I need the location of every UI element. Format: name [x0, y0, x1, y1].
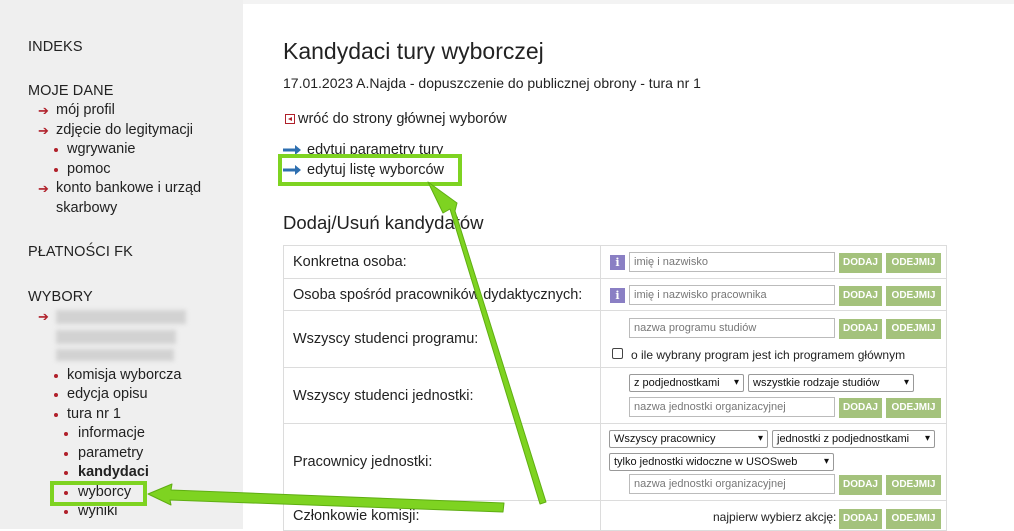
remove-button[interactable]: ODEJMIJ — [886, 319, 941, 339]
sidebar-item-pomoc[interactable]: pomoc — [67, 160, 111, 179]
action-hint: najpierw wybierz akcję: — [713, 510, 837, 524]
page-title: Kandydaci tury wyborczej — [283, 38, 544, 64]
chevron-down-icon: ▾ — [823, 456, 829, 467]
subunits-select-value: z podjednostkami — [634, 377, 720, 389]
row-label: Pracownicy jednostki: — [283, 423, 601, 501]
sidebar-item-konto[interactable]: konto bankowe i urząd — [56, 179, 201, 198]
table-row: Wszyscy studenci jednostki: z podjednost… — [283, 367, 947, 424]
add-button[interactable]: DODAJ — [839, 253, 882, 273]
bullet-icon — [64, 510, 68, 514]
sidebar-item-informacje[interactable]: informacje — [78, 424, 145, 443]
chevron-down-icon: ▾ — [757, 433, 763, 444]
info-icon[interactable]: i — [610, 288, 625, 303]
bullet-icon — [54, 413, 58, 417]
sidebar-item-wybory[interactable]: WYBORY — [28, 288, 93, 307]
arrow-right-icon: ➔ — [38, 123, 49, 138]
remove-button[interactable]: ODEJMIJ — [886, 398, 941, 418]
sidebar-item-zdjecie[interactable]: zdjęcie do legitymacji — [56, 121, 193, 140]
visibility-select-value: tylko jednostki widoczne w USOSweb — [614, 456, 798, 468]
study-type-select[interactable]: wszystkie rodzaje studiów ▾ — [748, 374, 914, 392]
add-button[interactable]: DODAJ — [839, 398, 882, 418]
bullet-icon — [64, 452, 68, 456]
bullet-icon — [54, 393, 58, 397]
table-row: Wszyscy studenci programu: nazwa program… — [283, 310, 947, 368]
remove-button[interactable]: ODEJMIJ — [886, 286, 941, 306]
row-label: Wszyscy studenci programu: — [283, 310, 601, 368]
table-row: Pracownicy jednostki: Wszyscy pracownicy… — [283, 423, 947, 501]
row-label: Członkowie komisji: — [283, 500, 601, 531]
bullet-icon — [64, 432, 68, 436]
unit-scope-select-value: jednostki z podjednostkami — [777, 433, 910, 445]
add-button[interactable]: DODAJ — [839, 509, 882, 529]
unit-scope-select[interactable]: jednostki z podjednostkami ▾ — [772, 430, 935, 448]
page-subtitle: 17.01.2023 A.Najda - dopuszczenie do pub… — [283, 75, 701, 91]
arrow-right-icon: ➔ — [38, 181, 49, 196]
row-label: Konkretna osoba: — [283, 245, 601, 279]
chevron-down-icon: ▾ — [924, 433, 930, 444]
sidebar-item-edycja[interactable]: edycja opisu — [67, 385, 148, 404]
back-to-elections-link[interactable]: wróć do strony głównej wyborów — [298, 110, 507, 128]
remove-button[interactable]: ODEJMIJ — [886, 509, 941, 529]
blurred-election-name[interactable] — [56, 310, 186, 324]
remove-button[interactable]: ODEJMIJ — [886, 475, 941, 495]
person-name-input[interactable]: imię i nazwisko — [629, 252, 835, 272]
bullet-icon — [64, 471, 68, 475]
sidebar-item-konto-cont[interactable]: skarbowy — [56, 199, 117, 218]
table-row: Osoba spośród pracowników dydaktycznych:… — [283, 278, 947, 311]
study-type-select-value: wszystkie rodzaje studiów — [753, 377, 880, 389]
sidebar-item-wgrywanie[interactable]: wgrywanie — [67, 140, 136, 159]
highlight-wyborcy — [50, 481, 147, 506]
sidebar-item-platnosci[interactable]: PŁATNOŚCI FK — [28, 243, 133, 262]
sidebar: INDEKS MOJE DANE ➔ mój profil ➔ zdjęcie … — [0, 0, 243, 529]
arrow-right-icon: ➔ — [38, 103, 49, 118]
candidates-table: Konkretna osoba: i imię i nazwisko DODAJ… — [283, 245, 947, 531]
blurred-election-name-line3 — [56, 349, 174, 361]
blurred-election-name-line2 — [56, 330, 176, 344]
table-row: Członkowie komisji: najpierw wybierz akc… — [283, 500, 947, 531]
sidebar-item-moje-dane[interactable]: MOJE DANE — [28, 82, 114, 101]
org-unit-input[interactable]: nazwa jednostki organizacyjnej — [629, 474, 835, 494]
main-program-checkbox-label: o ile wybrany program jest ich programem… — [631, 348, 906, 362]
main-content: Kandydaci tury wyborczej 17.01.2023 A.Na… — [243, 0, 1014, 531]
row-label: Wszyscy studenci jednostki: — [283, 367, 601, 424]
employees-select[interactable]: Wszyscy pracownicy ▾ — [609, 430, 768, 448]
study-program-input[interactable]: nazwa programu studiów — [629, 318, 835, 338]
add-button[interactable]: DODAJ — [839, 319, 882, 339]
remove-button[interactable]: ODEJMIJ — [886, 253, 941, 273]
sidebar-item-parametry[interactable]: parametry — [78, 444, 143, 463]
employee-name-input[interactable]: imię i nazwisko pracownika — [629, 285, 835, 305]
add-button[interactable]: DODAJ — [839, 475, 882, 495]
back-arrow-icon — [285, 114, 295, 124]
sidebar-item-moj-profil[interactable]: mój profil — [56, 101, 115, 120]
subunits-select[interactable]: z podjednostkami ▾ — [629, 374, 744, 392]
table-row: Konkretna osoba: i imię i nazwisko DODAJ… — [283, 245, 947, 279]
chevron-down-icon: ▾ — [903, 377, 909, 388]
add-button[interactable]: DODAJ — [839, 286, 882, 306]
section-title: Dodaj/Usuń kandydatów — [283, 212, 484, 233]
sidebar-item-kandydaci[interactable]: kandydaci — [78, 463, 149, 482]
visibility-select[interactable]: tylko jednostki widoczne w USOSweb ▾ — [609, 453, 834, 471]
sidebar-item-komisja[interactable]: komisja wyborcza — [67, 366, 181, 385]
info-icon[interactable]: i — [610, 255, 625, 270]
main-program-checkbox[interactable] — [612, 348, 623, 359]
arrow-right-icon: ➔ — [38, 309, 49, 324]
org-unit-input[interactable]: nazwa jednostki organizacyjnej — [629, 397, 835, 417]
bullet-icon — [54, 168, 58, 172]
sidebar-item-indeks[interactable]: INDEKS — [28, 38, 83, 57]
chevron-down-icon: ▾ — [733, 377, 739, 388]
employees-select-value: Wszyscy pracownicy — [614, 433, 716, 445]
highlight-edit-voters — [278, 154, 462, 186]
sidebar-item-tura[interactable]: tura nr 1 — [67, 405, 121, 424]
bullet-icon — [54, 148, 58, 152]
bullet-icon — [54, 374, 58, 378]
row-label: Osoba spośród pracowników dydaktycznych: — [283, 278, 601, 311]
